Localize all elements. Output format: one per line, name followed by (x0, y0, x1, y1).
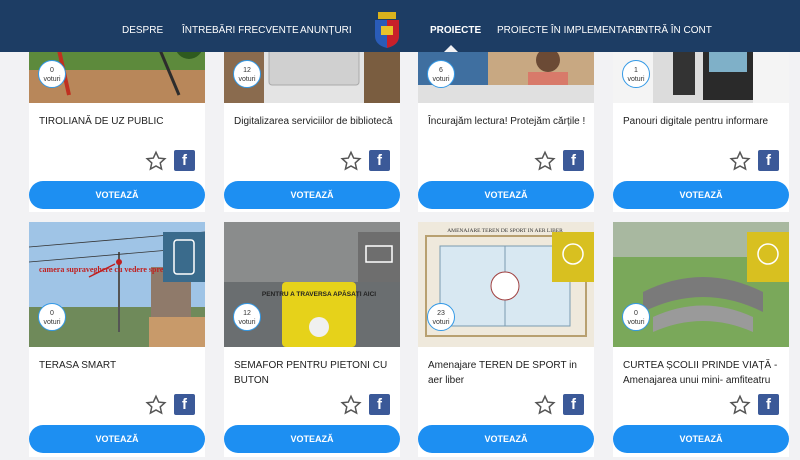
project-title[interactable]: Panouri digitale pentru informare (623, 114, 783, 129)
vote-button[interactable]: VOTEAZĂ (29, 181, 205, 209)
facebook-icon[interactable]: f (369, 394, 390, 415)
facebook-icon[interactable]: f (563, 150, 584, 171)
star-icon[interactable] (534, 150, 556, 172)
vote-count-badge: 12 voturi (233, 303, 261, 331)
star-icon[interactable] (534, 394, 556, 416)
top-navbar: Despre Întrebări frecvente Anunțuri Proi… (0, 0, 800, 52)
nav-intrebari-frecvente[interactable]: Întrebări frecvente (182, 0, 299, 52)
star-icon[interactable] (340, 394, 362, 416)
vote-count-badge: 6 voturi (427, 60, 455, 88)
image-caption: PENTRU A TRAVERSA APĂSAȚI AICI (262, 289, 376, 298)
vote-count-badge: 1 voturi (622, 60, 650, 88)
nav-anunturi[interactable]: Anunțuri (300, 0, 352, 52)
facebook-icon[interactable]: f (174, 394, 195, 415)
vote-count-badge: 0 voturi (38, 60, 66, 88)
star-icon[interactable] (340, 150, 362, 172)
city-crest-logo[interactable] (372, 11, 402, 48)
project-card: camera supraveghere cu vedere spre teras… (29, 222, 205, 457)
project-title[interactable]: Amenajare TEREN DE SPORT in aer liber (428, 358, 588, 388)
star-icon[interactable] (145, 150, 167, 172)
vote-button[interactable]: VOTEAZĂ (224, 181, 400, 209)
project-card: 0 voturi CURTEA ȘCOLII PRINDE VIAȚĂ - Ame… (613, 222, 789, 457)
project-title[interactable]: Digitalizarea serviciilor de bibliotecă (234, 114, 394, 129)
facebook-icon[interactable]: f (758, 150, 779, 171)
vote-count-badge: 0 voturi (38, 303, 66, 331)
vote-button[interactable]: VOTEAZĂ (29, 425, 205, 453)
vote-button[interactable]: VOTEAZĂ (418, 181, 594, 209)
vote-button[interactable]: VOTEAZĂ (613, 425, 789, 453)
star-icon[interactable] (145, 394, 167, 416)
vote-count-badge: 23 voturi (427, 303, 455, 331)
vote-button[interactable]: VOTEAZĂ (418, 425, 594, 453)
facebook-icon[interactable]: f (174, 150, 195, 171)
vote-button[interactable]: VOTEAZĂ (224, 425, 400, 453)
project-title[interactable]: TERASA SMART (39, 358, 199, 373)
nav-proiecte-in-implementare[interactable]: Proiecte în implementare (497, 0, 642, 52)
project-title[interactable]: CURTEA ȘCOLII PRINDE VIAȚĂ - Amenajarea … (623, 358, 783, 388)
project-title[interactable]: Încurajăm lectura! Protejăm cărțile ! (428, 114, 588, 129)
facebook-icon[interactable]: f (369, 150, 390, 171)
active-nav-indicator (444, 45, 458, 52)
project-card: PENTRU A TRAVERSA APĂSAȚI AICI 12 voturi … (224, 222, 400, 457)
nav-intra-in-cont[interactable]: Intră în cont (638, 0, 712, 52)
star-icon[interactable] (729, 150, 751, 172)
image-caption: AMENAJARE TEREN DE SPORT IN AER LIBER (447, 228, 563, 234)
star-icon[interactable] (729, 394, 751, 416)
project-title[interactable]: TIROLIANĂ DE UZ PUBLIC (39, 114, 199, 129)
vote-button[interactable]: VOTEAZĂ (613, 181, 789, 209)
vote-count-badge: 0 voturi (622, 303, 650, 331)
facebook-icon[interactable]: f (758, 394, 779, 415)
project-title[interactable]: SEMAFOR PENTRU PIETONI CU BUTON (234, 358, 394, 388)
project-card: AMENAJARE TEREN DE SPORT IN AER LIBER 23… (418, 222, 594, 457)
facebook-icon[interactable]: f (563, 394, 584, 415)
nav-despre[interactable]: Despre (122, 0, 163, 52)
vote-count-badge: 12 voturi (233, 60, 261, 88)
